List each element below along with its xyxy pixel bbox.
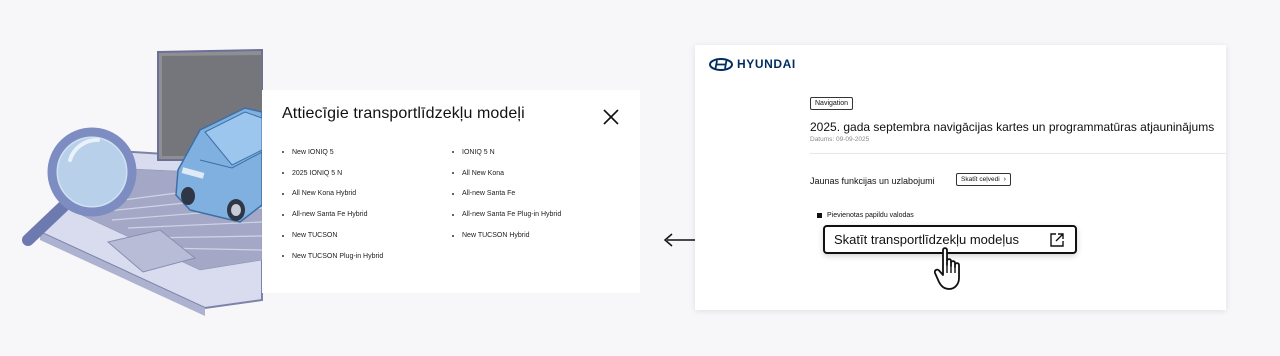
hand-cursor-icon — [934, 247, 960, 290]
model-list: New IONIQ 5 IONIQ 5 N 2025 IONIQ 5 N All… — [282, 142, 622, 267]
category-badge: Navigation — [810, 97, 854, 110]
hyundai-logo-icon — [709, 57, 733, 71]
bullet-icon — [282, 192, 284, 195]
list-item: All New Kona Hybrid — [282, 184, 452, 205]
list-item: All New Kona — [452, 163, 622, 184]
bullet-icon — [452, 151, 454, 154]
bullet-icon — [282, 234, 284, 237]
list-item: IONIQ 5 N — [452, 142, 622, 163]
view-guide-button[interactable]: Skatīt ceļvedi › — [956, 173, 1012, 186]
list-item: All-new Santa Fe Plug-in Hybrid — [452, 204, 622, 225]
chevron-right-icon: › — [1003, 176, 1007, 183]
external-link-icon — [1050, 233, 1064, 247]
popup-title: Attiecīgie transportlīdzekļu modeļi — [282, 105, 525, 122]
list-item: New TUCSON Plug-in Hybrid — [282, 246, 452, 267]
guide-button-label: Skatīt ceļvedi — [961, 176, 1000, 183]
bullet-icon — [452, 213, 454, 216]
bullet-icon — [452, 192, 454, 195]
models-popup: Attiecīgie transportlīdzekļu modeļi New … — [262, 90, 640, 293]
bullet-icon — [452, 234, 454, 237]
view-models-label: Skatīt transportlīdzekļu modeļus — [834, 232, 1019, 247]
bullet-icon — [282, 151, 284, 154]
list-item: All-new Santa Fe — [452, 184, 622, 205]
language-note: Pievienotas papildu valodas — [817, 212, 914, 219]
list-item: New TUCSON — [282, 225, 452, 246]
list-item: New IONIQ 5 — [282, 142, 452, 163]
list-item: 2025 IONIQ 5 N — [282, 163, 452, 184]
list-item: All-new Santa Fe Hybrid — [282, 204, 452, 225]
article-title: 2025. gada septembra navigācijas kartes … — [810, 120, 1215, 134]
bullet-icon — [282, 255, 284, 258]
bullet-icon — [282, 172, 284, 175]
bullet-icon — [282, 213, 284, 216]
bullet-icon — [452, 172, 454, 175]
brand-logo[interactable]: HYUNDAI — [709, 57, 796, 71]
article-date: Datums: 09-09-2025 — [810, 136, 870, 143]
close-icon[interactable] — [602, 108, 620, 126]
square-bullet-icon — [817, 213, 822, 218]
brand-name: HYUNDAI — [737, 57, 796, 71]
list-item: New TUCSON Hybrid — [452, 225, 622, 246]
features-label: Jaunas funkcijas un uzlabojumi — [810, 176, 935, 186]
divider — [810, 153, 1226, 154]
